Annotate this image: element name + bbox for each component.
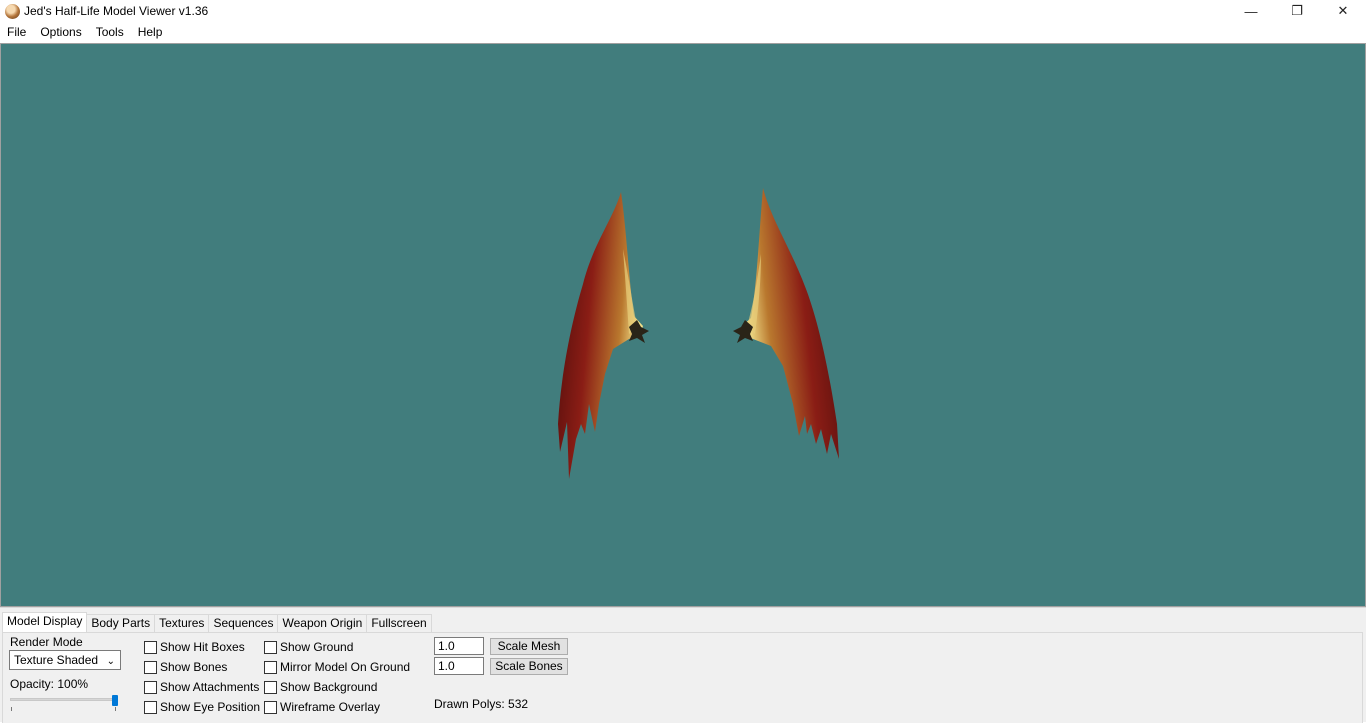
- bat-wings-model: [558, 188, 839, 479]
- tab-strip: Model Display Body Parts Textures Sequen…: [2, 612, 432, 632]
- checkbox-box[interactable]: [264, 680, 277, 694]
- checkbox-box[interactable]: [264, 660, 277, 674]
- opacity-label: Opacity: 100%: [10, 677, 89, 691]
- menu-options[interactable]: Options: [33, 23, 88, 43]
- tab-model-display[interactable]: Model Display: [2, 612, 88, 632]
- left-wing: [558, 192, 643, 479]
- title-bar: Jed's Half-Life Model Viewer v1.36 — ❐ ✕: [0, 0, 1366, 23]
- menu-bar: File Options Tools Help: [0, 23, 1366, 43]
- scale-bones-input[interactable]: 1.0: [434, 657, 484, 675]
- chevron-down-icon: ⌄: [106, 656, 115, 667]
- mirror-model-checkbox[interactable]: Mirror Model On Ground: [264, 659, 410, 675]
- show-attachments-checkbox[interactable]: Show Attachments: [144, 679, 259, 695]
- opacity-slider-track[interactable]: [10, 698, 118, 701]
- tab-body-parts[interactable]: Body Parts: [86, 614, 156, 632]
- render-mode-select[interactable]: Texture Shaded ⌄: [9, 650, 121, 670]
- minimize-button[interactable]: —: [1228, 0, 1274, 22]
- checkbox-label: Wireframe Overlay: [280, 700, 381, 714]
- window-title: Jed's Half-Life Model Viewer v1.36: [24, 4, 209, 18]
- show-hit-boxes-checkbox[interactable]: Show Hit Boxes: [144, 639, 245, 655]
- checkbox-label: Show Hit Boxes: [160, 640, 245, 654]
- tab-sequences[interactable]: Sequences: [208, 614, 279, 632]
- checkbox-label: Show Attachments: [160, 680, 260, 694]
- checkbox-label: Show Ground: [280, 640, 354, 654]
- menu-tools[interactable]: Tools: [89, 23, 131, 43]
- restore-button[interactable]: ❐: [1274, 0, 1320, 22]
- scale-mesh-input[interactable]: 1.0: [434, 637, 484, 655]
- checkbox-label: Mirror Model On Ground: [280, 660, 411, 674]
- scale-mesh-button[interactable]: Scale Mesh: [490, 638, 568, 655]
- show-eye-position-checkbox[interactable]: Show Eye Position: [144, 699, 260, 715]
- menu-help[interactable]: Help: [131, 23, 170, 43]
- restore-icon: ❐: [1291, 3, 1303, 18]
- checkbox-box[interactable]: [144, 640, 157, 654]
- show-ground-checkbox[interactable]: Show Ground: [264, 639, 353, 655]
- checkbox-label: Show Background: [280, 680, 378, 694]
- slider-tick: [11, 707, 12, 711]
- tab-fullscreen[interactable]: Fullscreen: [366, 614, 432, 632]
- show-background-checkbox[interactable]: Show Background: [264, 679, 377, 695]
- model-viewport[interactable]: [0, 43, 1366, 607]
- app-icon: [5, 4, 20, 19]
- checkbox-label: Show Bones: [160, 660, 228, 674]
- drawn-polys-label: Drawn Polys: 532: [434, 697, 529, 711]
- render-mode-value: Texture Shaded: [14, 653, 99, 667]
- slider-tick: [115, 707, 116, 711]
- render-mode-label: Render Mode: [10, 635, 83, 649]
- show-bones-checkbox[interactable]: Show Bones: [144, 659, 227, 675]
- checkbox-box[interactable]: [144, 680, 157, 694]
- opacity-slider-thumb[interactable]: [112, 695, 118, 706]
- close-icon: ✕: [1337, 3, 1349, 18]
- checkbox-box[interactable]: [264, 700, 277, 714]
- checkbox-box[interactable]: [144, 700, 157, 714]
- checkbox-box[interactable]: [144, 660, 157, 674]
- minimize-icon: —: [1244, 3, 1258, 19]
- tab-textures[interactable]: Textures: [154, 614, 210, 632]
- tab-weapon-origin[interactable]: Weapon Origin: [277, 614, 368, 632]
- right-wing: [742, 188, 839, 459]
- checkbox-label: Show Eye Position: [160, 700, 261, 714]
- close-button[interactable]: ✕: [1320, 0, 1366, 22]
- scale-bones-button[interactable]: Scale Bones: [490, 658, 568, 675]
- checkbox-box[interactable]: [264, 640, 277, 654]
- wireframe-overlay-checkbox[interactable]: Wireframe Overlay: [264, 699, 380, 715]
- menu-file[interactable]: File: [0, 23, 33, 43]
